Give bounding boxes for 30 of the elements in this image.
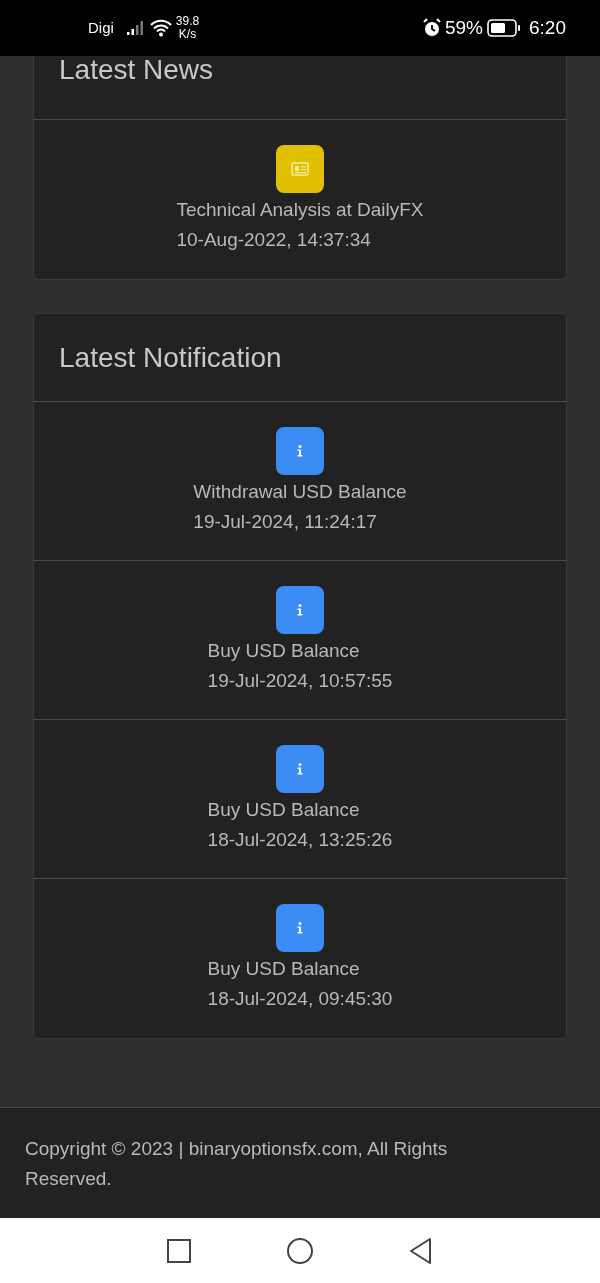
item-date: 19-Jul-2024, 10:57:55 bbox=[207, 669, 393, 693]
item-date: 19-Jul-2024, 11:24:17 bbox=[193, 510, 377, 534]
item-title: Buy USD Balance bbox=[207, 957, 360, 981]
item-date: 18-Jul-2024, 13:25:26 bbox=[207, 828, 393, 852]
battery-percent: 59% bbox=[445, 15, 483, 40]
signal-icon bbox=[125, 20, 146, 36]
wifi-icon bbox=[149, 19, 172, 37]
item-date: 18-Jul-2024, 09:45:30 bbox=[207, 987, 393, 1011]
info-icon bbox=[276, 427, 324, 475]
info-icon bbox=[276, 586, 324, 634]
item-title: Withdrawal USD Balance bbox=[193, 480, 407, 504]
info-icon bbox=[276, 904, 324, 952]
item-title: Buy USD Balance bbox=[207, 639, 360, 663]
section-title: Latest News bbox=[59, 53, 214, 87]
newspaper-icon bbox=[276, 145, 324, 193]
clock-time: 6:20 bbox=[529, 15, 566, 40]
network-speed: 39.8 bbox=[175, 15, 200, 28]
back-icon[interactable] bbox=[408, 1236, 434, 1265]
alarm-icon bbox=[422, 18, 442, 38]
carrier-name: Digi bbox=[88, 17, 114, 38]
item-date: 10-Aug-2022, 14:37:34 bbox=[176, 228, 371, 252]
battery-icon bbox=[487, 19, 521, 37]
item-title: Buy USD Balance bbox=[207, 798, 360, 822]
square-icon[interactable] bbox=[166, 1237, 192, 1264]
item-title: Technical Analysis at DailyFX bbox=[176, 198, 424, 222]
network-speed-unit: K/s bbox=[178, 28, 197, 41]
copyright-text: Copyright © 2023 | binaryoptionsfx.com, All Rights Reserved. bbox=[25, 1137, 449, 1191]
home-icon[interactable] bbox=[286, 1236, 314, 1265]
info-icon bbox=[276, 745, 324, 793]
section-title: Latest Notification bbox=[59, 341, 282, 375]
